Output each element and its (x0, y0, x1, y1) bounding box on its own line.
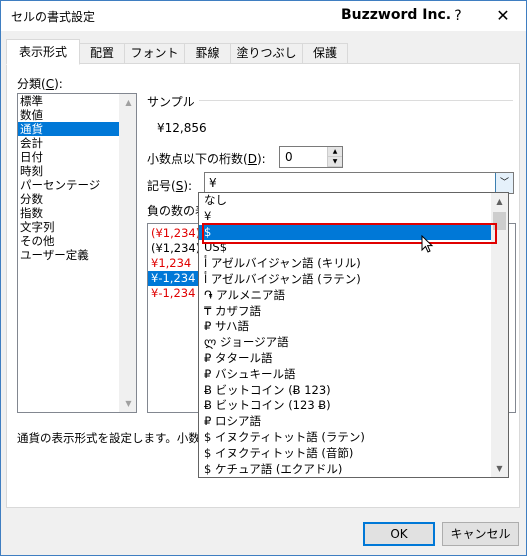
tab-alignment[interactable]: 配置 (79, 43, 125, 64)
title-bar: セルの書式設定 Buzzword Inc. ? ✕ (1, 1, 526, 31)
symbol-option[interactable]: ﺃ アゼルバイジャン語 (キリル) (199, 256, 508, 272)
decimal-places-stepper[interactable]: 0 ▲ ▼ (279, 146, 343, 168)
category-label: 分類(C): (17, 77, 63, 91)
chevron-down-icon[interactable]: ﹀ (495, 173, 513, 193)
spin-up-icon[interactable]: ▲ (328, 147, 342, 157)
symbol-option[interactable]: なし (199, 193, 508, 209)
symbol-combobox[interactable]: ¥ ﹀ (204, 172, 514, 194)
symbol-option[interactable]: $ イヌクティトット語 (ラテン) (199, 430, 508, 446)
symbol-option[interactable]: $ イヌクティトット語 (音節) (199, 446, 508, 462)
decimal-places-value[interactable]: 0 (285, 150, 293, 164)
symbol-option[interactable]: ﺃ アゼルバイジャン語 (ラテン) (199, 272, 508, 288)
symbol-option[interactable]: ₽ タタール語 (199, 351, 508, 367)
symbol-value[interactable]: ¥ (209, 176, 217, 190)
symbol-option[interactable]: ლ ジョージア語 (199, 335, 508, 351)
sample-title: サンプル (147, 93, 199, 110)
category-list[interactable]: 標準 数値 通貨 会計 日付 時刻 パーセンテージ 分数 指数 文字列 その他 ユーザー定義 ▲ ▼ (17, 93, 137, 413)
symbol-option[interactable]: ₽ ロシア語 (199, 414, 508, 430)
tab-protection[interactable]: 保護 (302, 43, 348, 64)
symbol-option[interactable]: Ƀ ビットコイン (Ƀ 123) (199, 383, 508, 399)
symbol-option[interactable]: ₸ カザフ語 (199, 304, 508, 320)
symbol-label: 記号(S): (147, 179, 193, 193)
mouse-cursor-icon (421, 235, 434, 253)
format-description: 通貨の表示形式を設定します。小数点 (17, 431, 212, 445)
category-scrollbar[interactable]: ▲ ▼ (119, 94, 136, 412)
close-button[interactable]: ✕ (480, 1, 526, 31)
symbol-option[interactable]: $ ケチュア語 (エクアドル) (199, 462, 508, 477)
negative-format-item[interactable]: ¥-1,234 (148, 271, 200, 286)
tab-font[interactable]: フォント (124, 43, 185, 64)
symbol-option[interactable]: ₽ サハ語 (199, 319, 508, 335)
tab-number-format[interactable]: 表示形式 (6, 39, 80, 65)
cancel-button[interactable]: キャンセル (442, 522, 519, 546)
help-button[interactable]: ? (435, 1, 481, 31)
window-title: セルの書式設定 (11, 10, 96, 24)
format-cells-dialog: セルの書式設定 Buzzword Inc. ? ✕ 表示形式 配置 フォント 罫… (0, 0, 527, 556)
symbol-option[interactable]: ֏ アルメニア語 (199, 288, 508, 304)
highlight-box (202, 223, 497, 244)
decimal-places-label: 小数点以下の桁数(D): (147, 152, 266, 166)
symbol-option[interactable]: Ƀ ビットコイン (123 Ƀ) (199, 398, 508, 414)
ok-button[interactable]: OK (363, 522, 435, 546)
scroll-down-icon[interactable]: ▼ (120, 395, 137, 412)
spin-down-icon[interactable]: ▼ (328, 157, 342, 167)
symbol-option[interactable]: ₽ バシュキール語 (199, 367, 508, 383)
symbol-option[interactable]: $ ショナ語 (ラテン) (199, 477, 508, 478)
sample-group: サンプル ¥12,856 (147, 93, 513, 142)
sample-value: ¥12,856 (157, 121, 207, 135)
scroll-down-icon[interactable]: ▼ (491, 460, 508, 477)
scroll-up-icon[interactable]: ▲ (120, 94, 137, 111)
tab-border[interactable]: 罫線 (184, 43, 231, 64)
tab-fill[interactable]: 塗りつぶし (230, 43, 303, 64)
scroll-up-icon[interactable]: ▲ (491, 193, 508, 210)
